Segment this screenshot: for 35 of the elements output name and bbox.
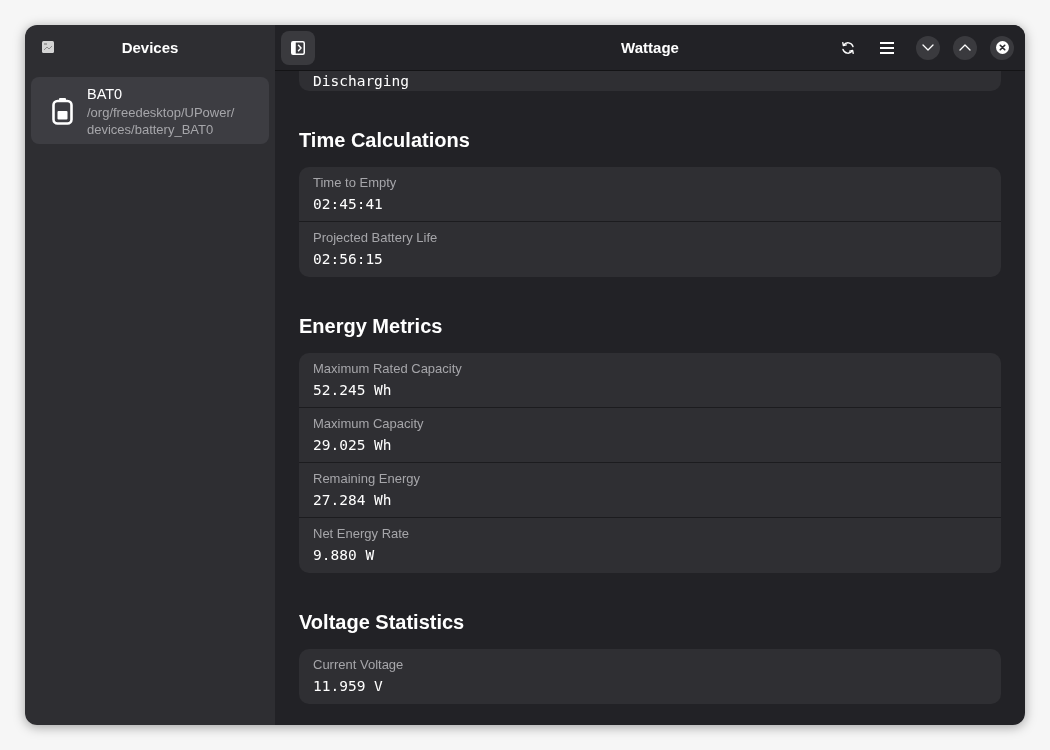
section-heading: Energy Metrics <box>299 314 444 339</box>
close-icon <box>995 41 1009 54</box>
maximize-button[interactable] <box>953 35 977 60</box>
refresh-icon <box>841 40 855 55</box>
field-value: 9.880 W <box>313 546 376 565</box>
field-label: Maximum Capacity <box>313 416 425 432</box>
chevron-down-icon <box>922 44 934 51</box>
field-label: Maximum Rated Capacity <box>313 361 463 377</box>
minimize-button[interactable] <box>916 35 940 60</box>
field-value: 02:45:41 <box>313 195 384 214</box>
field-value: 27.284 Wh <box>313 491 393 510</box>
field-label: Current Voltage <box>313 657 405 673</box>
window-title: Wattage <box>621 37 679 58</box>
menu-icon <box>880 41 894 54</box>
field-value: 11.959 V <box>313 677 384 696</box>
field-label: Net Energy Rate <box>313 526 411 542</box>
chevron-up-icon <box>959 44 971 51</box>
field-value: 02:56:15 <box>313 250 384 269</box>
close-button[interactable] <box>990 35 1014 60</box>
panel-icon <box>291 40 305 55</box>
field-value: 52.245 Wh <box>313 381 393 400</box>
field-label: Time to Empty <box>313 175 398 191</box>
field-label: Remaining Energy <box>313 471 421 487</box>
field-label: Projected Battery Life <box>313 230 439 246</box>
field-value: Discharging <box>313 73 411 89</box>
device-name: BAT0 <box>87 85 124 104</box>
image-icon <box>42 41 54 53</box>
field-value: 29.025 Wh <box>313 436 393 455</box>
section-heading: Time Calculations <box>299 128 471 153</box>
section-heading: Voltage Statistics <box>299 610 466 635</box>
sidebar-title: Devices <box>121 38 179 58</box>
device-path: /org/freedesktop/UPower/devices/battery_BAT0 <box>87 104 236 138</box>
sidebar-toggle-button[interactable] <box>281 30 315 65</box>
battery-icon <box>52 97 73 125</box>
device-item[interactable]: BAT0 /org/freedesktop/UPower/devices/battery_BAT0 <box>31 77 269 144</box>
